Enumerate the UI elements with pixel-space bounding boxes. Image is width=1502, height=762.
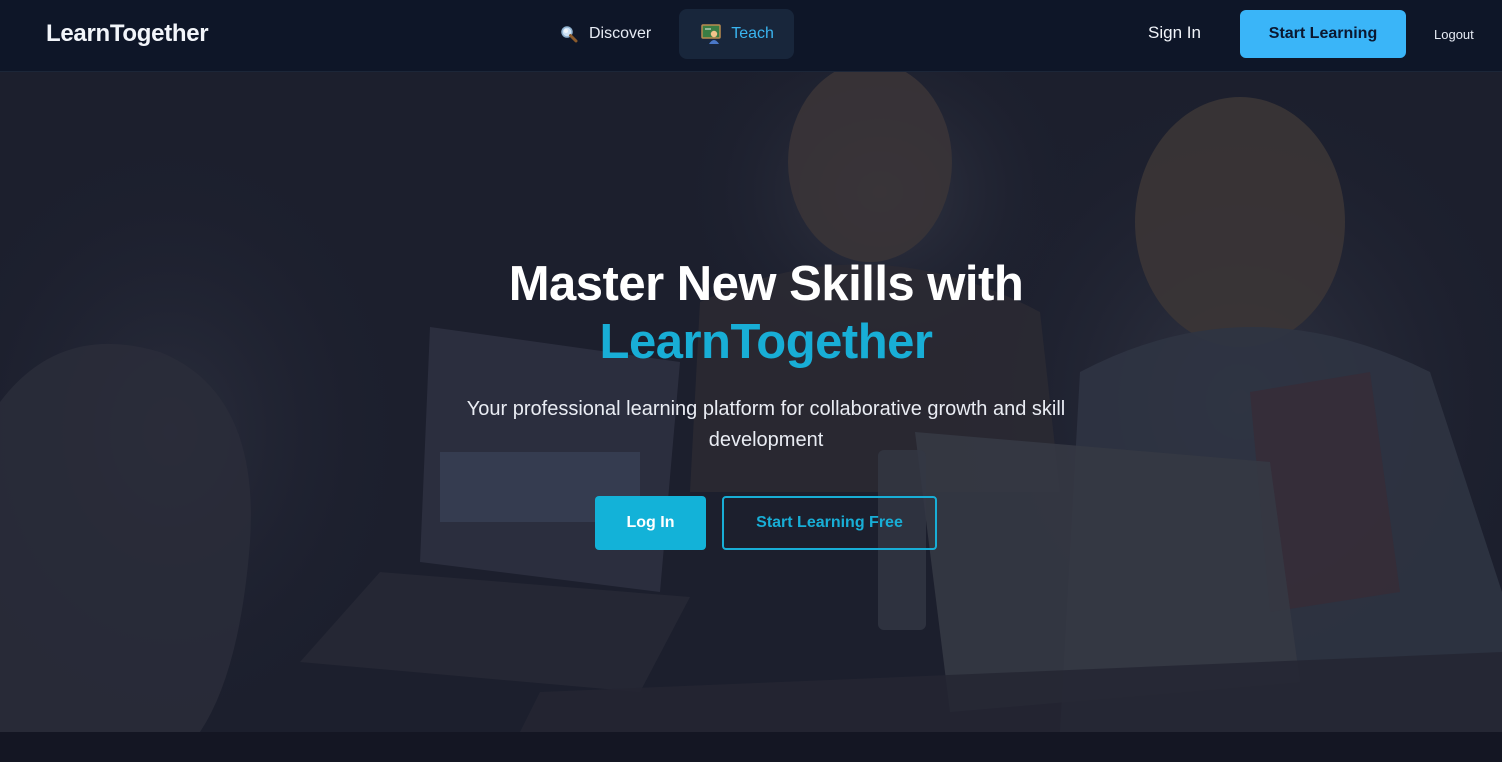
next-section-edge (0, 732, 1502, 762)
hero-title-line1: Master New Skills with (508, 257, 1024, 311)
search-icon (559, 24, 579, 44)
sign-in-link[interactable]: Sign In (1148, 23, 1201, 43)
nav-item-discover-label: Discover (589, 25, 652, 42)
nav-item-teach-label: Teach (731, 25, 774, 42)
top-navbar: LearnTogether Discover Teach Sign In Sta… (0, 0, 1502, 72)
start-learning-button[interactable]: Start Learning (1240, 10, 1406, 58)
nav-item-discover[interactable]: Discover (541, 9, 669, 59)
log-in-button[interactable]: Log In (595, 496, 706, 550)
nav-links: Discover Teach (541, 9, 794, 59)
start-learning-free-button[interactable]: Start Learning Free (722, 496, 937, 550)
hero-content: Master New Skills with LearnTogether You… (0, 72, 1502, 732)
hero-subtitle: Your professional learning platform for … (466, 398, 1066, 451)
nav-item-teach[interactable]: Teach (679, 9, 794, 59)
brand-logo[interactable]: LearnTogether (46, 20, 209, 48)
logout-link[interactable]: Logout (1434, 27, 1474, 42)
hero-title: Master New Skills with LearnTogether (0, 255, 1502, 371)
hero-section: Master New Skills with LearnTogether You… (0, 72, 1502, 732)
teacher-icon (701, 24, 721, 44)
hero-title-accent: LearnTogether (599, 315, 933, 369)
